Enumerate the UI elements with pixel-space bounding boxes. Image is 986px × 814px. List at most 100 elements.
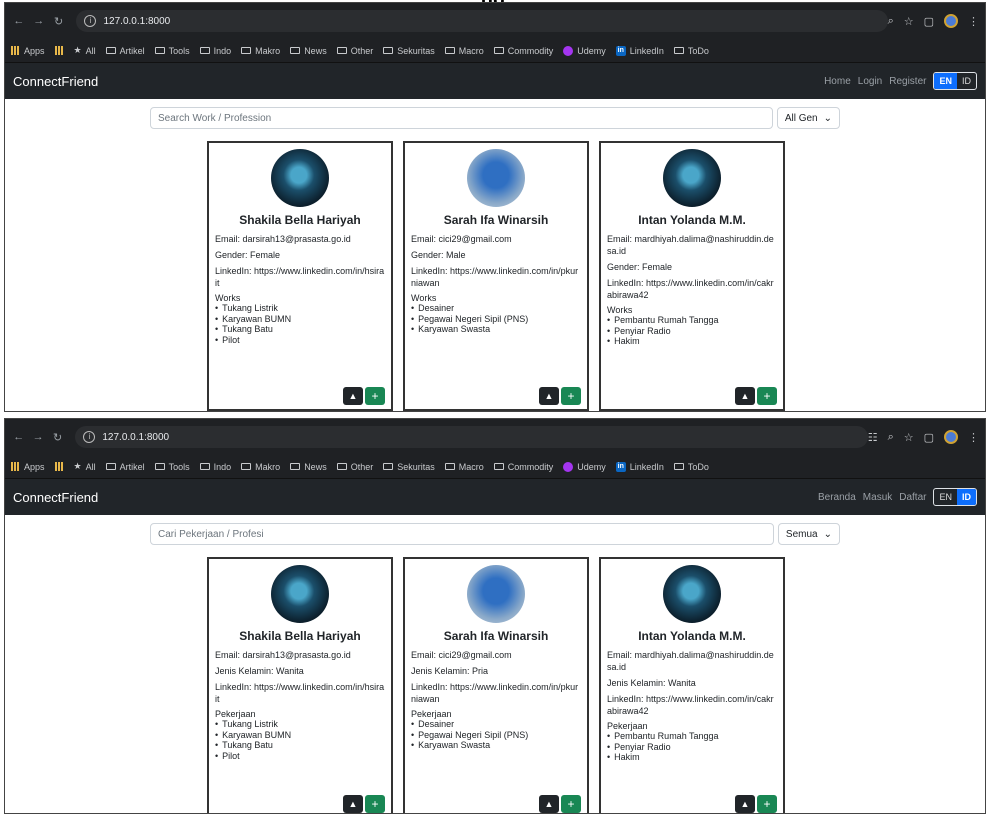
reload-icon[interactable]: ↻ [50,431,65,444]
bookmark-linkedin[interactable]: in LinkedIn [615,461,664,472]
back-icon[interactable]: ← [11,431,26,443]
address-bar[interactable]: i 127.0.0.1:8000 [75,426,868,448]
bookmark-udemy[interactable]: Udemy [563,45,606,56]
like-button[interactable]: ▲ [735,387,755,405]
profile-avatar[interactable] [944,430,959,444]
nav-register-link[interactable]: Register [889,76,926,87]
translate-icon[interactable]: ☷ [868,431,878,444]
profile-gender: Jenis Kelamin: Pria [411,666,489,676]
bookmark-artikel[interactable]: Artikel [105,46,145,56]
bookmark-tools[interactable]: Tools [154,46,190,56]
works-heading: Pekerjaan [607,721,648,731]
bookmark-macro[interactable]: Macro [444,462,484,472]
bookmark-star-icon[interactable]: ☆ [904,15,914,28]
works-list: Tukang ListrikKaryawan BUMNTukang BatuPi… [215,303,385,345]
work-item: Pembantu Rumah Tangga [607,315,777,326]
forward-icon[interactable]: → [31,15,47,27]
browser-toolbar: ← → ↻ i 127.0.0.1:8000 ⌕ ☆ ▢ ⋮ [5,3,985,39]
bookmark-news[interactable]: News [290,462,327,472]
menu-icon[interactable]: ⋮ [968,431,979,444]
add-friend-button[interactable]: + [561,387,581,405]
reload-icon[interactable]: ↻ [51,15,67,28]
bookmark-other[interactable]: Other [336,46,373,56]
bookmark-apps[interactable]: Apps [11,462,45,472]
extensions-icon[interactable]: ▢ [924,15,934,28]
bookmark-all[interactable]: ★ All [74,461,96,472]
bookmark-other[interactable]: Other [336,462,373,472]
works-heading: Works [215,293,241,303]
bookmark-sekuritas[interactable]: Sekuritas [383,462,435,472]
address-bar[interactable]: i 127.0.0.1:8000 [76,10,888,32]
gender-filter-select[interactable]: Semua ⌄ [777,523,840,545]
zoom-icon[interactable]: ⌕ [888,15,894,28]
bookmark-label: Indo [213,45,232,56]
like-button[interactable]: ▲ [539,795,559,813]
bookmark-commodity[interactable]: Commodity [493,46,553,56]
menu-icon[interactable]: ⋮ [968,15,979,28]
bookmark-indo[interactable]: Indo [199,45,232,56]
bookmark-makro[interactable]: Makro [241,46,280,56]
bookmark-todo[interactable]: ToDo [673,462,709,472]
work-item: Tukang Listrik [215,303,385,314]
work-item: Penyiar Radio [607,742,777,753]
nav-login-link[interactable]: Masuk [863,492,892,503]
profile-avatar[interactable] [944,14,959,28]
bookmark-indo[interactable]: Indo [199,461,232,472]
bookmark-star-icon[interactable]: ☆ [904,431,914,444]
add-friend-button[interactable]: + [365,795,385,813]
add-friend-button[interactable]: + [365,387,385,405]
extensions-icon[interactable]: ▢ [924,431,934,444]
bookmark-macro[interactable]: Macro [444,46,484,56]
lang-id-button[interactable]: ID [957,489,976,505]
brand-logo[interactable]: ConnectFriend [13,74,98,89]
bookmark-label: Indo [213,461,232,472]
search-input[interactable]: Search Work / Profession [150,107,773,129]
tab-groups-icon[interactable] [54,46,64,55]
bookmark-sekuritas[interactable]: Sekuritas [383,46,435,56]
like-button[interactable]: ▲ [735,795,755,813]
bookmark-udemy[interactable]: Udemy [563,461,606,472]
back-icon[interactable]: ← [11,15,27,27]
add-friend-button[interactable]: + [561,795,581,813]
search-input[interactable]: Cari Pekerjaan / Profesi [150,523,774,545]
lang-en-button[interactable]: EN [934,489,957,505]
gender-filter-select[interactable]: All Gen ⌄ [776,107,840,129]
nav-register-link[interactable]: Daftar [899,492,926,503]
nav-login-link[interactable]: Login [858,76,882,87]
tab-groups-icon[interactable] [54,462,64,471]
work-item: Tukang Batu [215,324,385,335]
star-icon: ★ [73,45,82,55]
site-info-icon[interactable]: i [84,15,97,27]
bookmark-label: Tools [168,461,190,472]
forward-icon[interactable]: → [30,431,45,443]
like-button[interactable]: ▲ [343,387,363,405]
nav-home-link[interactable]: Home [824,76,851,87]
lang-id-button[interactable]: ID [957,73,976,89]
add-friend-button[interactable]: + [757,387,777,405]
works-heading: Pekerjaan [215,709,256,719]
bookmark-apps[interactable]: Apps [11,46,45,56]
search-row: Search Work / Profession All Gen ⌄ [150,107,840,129]
profile-gender: Jenis Kelamin: Wanita [215,666,304,676]
work-item: Karyawan BUMN [215,730,385,741]
like-button[interactable]: ▲ [343,795,363,813]
bookmark-todo[interactable]: ToDo [673,46,709,56]
bookmark-commodity[interactable]: Commodity [493,462,553,472]
add-friend-button[interactable]: + [757,795,777,813]
bookmark-artikel[interactable]: Artikel [105,462,145,472]
zoom-icon[interactable]: ⌕ [888,431,894,444]
site-info-icon[interactable]: i [83,431,96,443]
bookmark-news[interactable]: News [290,46,327,56]
nav-home-link[interactable]: Beranda [818,492,856,503]
bookmark-label: Udemy [577,461,606,472]
brand-logo[interactable]: ConnectFriend [13,490,98,505]
bookmark-all[interactable]: ★ All [74,45,96,56]
bookmark-linkedin[interactable]: in LinkedIn [615,45,664,56]
lang-en-button[interactable]: EN [934,73,957,89]
bookmark-makro[interactable]: Makro [241,462,280,472]
bookmark-tools[interactable]: Tools [154,461,190,472]
like-button[interactable]: ▲ [539,387,559,405]
profile-email: Email: darsirah13@prasasta.go.id [215,234,351,244]
apps-icon [11,462,20,471]
card-actions: ▲ + [539,387,581,405]
